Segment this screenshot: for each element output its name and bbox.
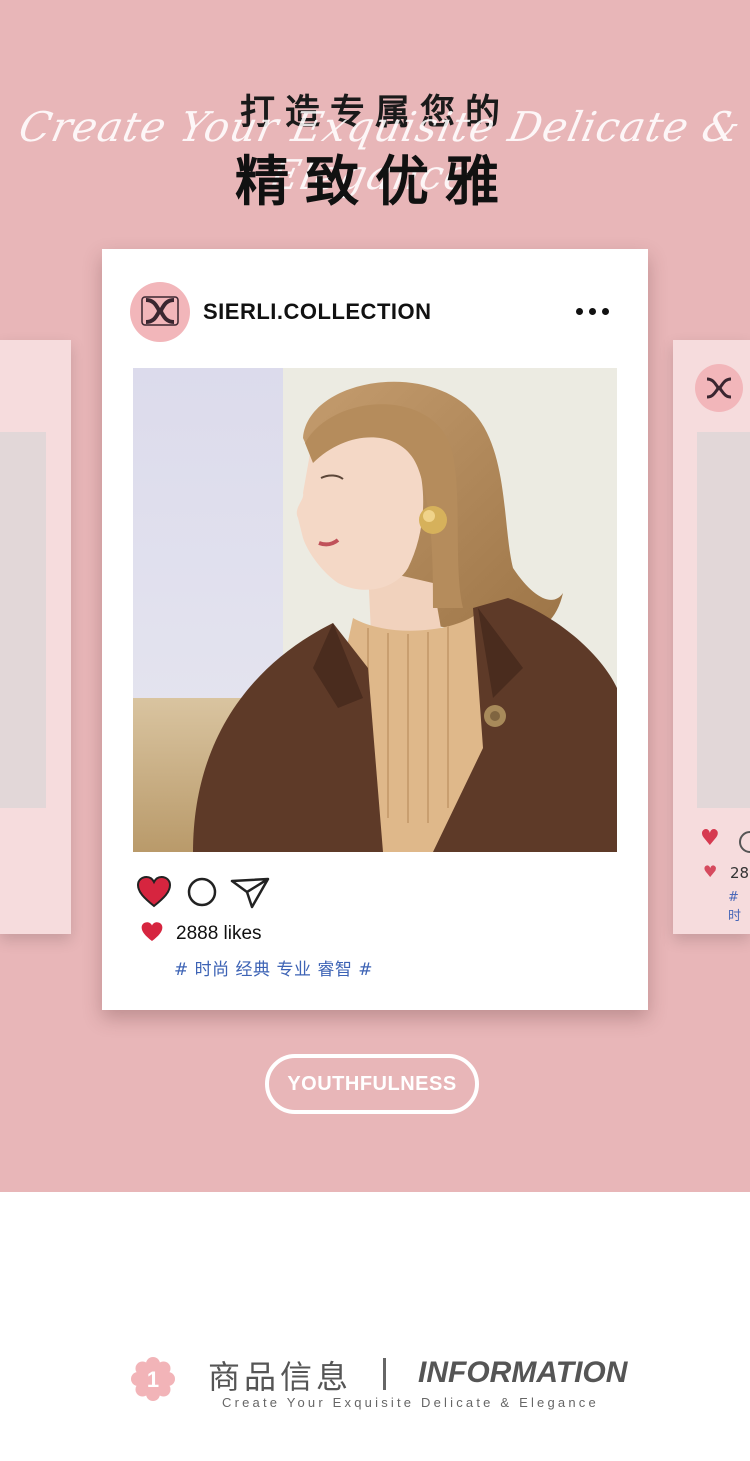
post-photo: [133, 368, 617, 852]
section-title-cn: 商品信息: [208, 1358, 353, 1396]
more-icon[interactable]: [576, 299, 612, 323]
youthfulness-label: YOUTHFULNESS: [287, 1073, 457, 1095]
logo-icon: [706, 377, 732, 399]
avatar[interactable]: [130, 282, 190, 342]
heart-icon: ♥: [703, 862, 718, 881]
section-title-en: INFORMATION: [418, 1356, 628, 1389]
side-post-right[interactable]: ♥ ♥ 28 # 时: [673, 340, 750, 934]
heart-icon[interactable]: [136, 875, 172, 909]
side-hashtags: # 时: [728, 890, 742, 924]
share-icon[interactable]: [230, 875, 270, 909]
section-header: 1 商品信息 INFORMATION Create Your Exquisite…: [0, 1340, 750, 1420]
side-post-left[interactable]: [0, 340, 71, 934]
heart-icon[interactable]: ♥: [700, 826, 720, 851]
hero-section: 打造专属您的 Create Your Exquisite Delicate & …: [0, 0, 750, 1192]
flower-icon: 1: [131, 1357, 175, 1401]
comment-icon[interactable]: [186, 875, 218, 907]
account-name[interactable]: SIERLI.COLLECTION: [203, 299, 432, 325]
svg-text:1: 1: [147, 1367, 159, 1392]
section-subtitle: Create Your Exquisite Delicate & Eleganc…: [222, 1395, 599, 1410]
logo-icon: [141, 296, 179, 326]
likes-count[interactable]: 2888 likes: [176, 923, 262, 945]
comment-icon[interactable]: [739, 831, 750, 853]
heart-icon: [141, 922, 163, 942]
title-big: 精致优雅: [235, 150, 515, 213]
action-bar: [136, 875, 276, 911]
youthfulness-button[interactable]: YOUTHFULNESS: [265, 1054, 479, 1114]
side-post-image: [697, 432, 750, 808]
section-divider: [383, 1358, 386, 1390]
side-post-image: [0, 432, 46, 808]
side-likes: 28: [730, 864, 750, 882]
post-card: SIERLI.COLLECTION 2888 likes # 时尚 经典 专业 …: [102, 249, 648, 1010]
side-avatar: [695, 364, 743, 412]
hashtags[interactable]: # 时尚 经典 专业 睿智 #: [174, 955, 373, 980]
